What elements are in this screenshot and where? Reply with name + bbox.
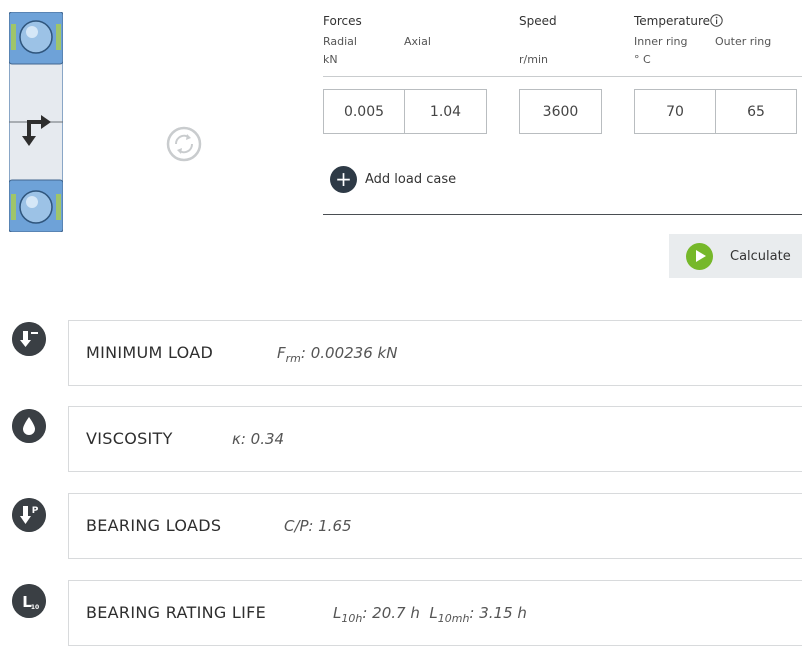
minimum-load-panel[interactable]: MINIMUM LOAD Frm: 0.00236 kN [68,320,802,386]
outer-ring-label: Outer ring [715,35,772,48]
viscosity-title: VISCOSITY [86,429,173,448]
header-divider [323,76,802,77]
forces-header: Forces [323,14,362,28]
svg-text:P: P [32,506,39,516]
viscosity-drop-icon [12,409,46,443]
minimum-load-value: Frm: 0.00236 kN [277,344,398,365]
bearing-illustration [9,12,63,232]
add-load-case-button[interactable]: + [330,166,357,193]
calculate-button[interactable]: Calculate [669,234,802,278]
bearing-loads-value: C/P: 1.65 [284,517,352,535]
rating-life-icon: L 10 [12,584,46,618]
axial-label: Axial [404,35,431,48]
play-icon [686,243,713,270]
rotation-icon[interactable] [165,125,203,163]
calculate-label: Calculate [730,249,791,264]
forces-unit: kN [323,53,338,66]
outer-ring-temperature-input[interactable] [715,89,797,134]
section-divider [323,214,802,215]
plus-icon: + [335,167,352,191]
radial-label: Radial [323,35,357,48]
viscosity-value: κ: 0.34 [232,430,285,448]
axial-force-input[interactable] [404,89,487,134]
speed-input[interactable] [519,89,602,134]
speed-unit: r/min [519,53,548,66]
inner-ring-label: Inner ring [634,35,688,48]
temperature-unit: ° C [634,53,651,66]
minimum-load-icon [12,322,46,356]
temperature-header: Temperature [634,14,711,28]
minimum-load-title: MINIMUM LOAD [86,343,214,362]
svg-text:10: 10 [31,604,39,611]
bearing-loads-panel[interactable]: BEARING LOADS C/P: 1.65 [68,493,802,559]
add-load-case-label[interactable]: Add load case [365,172,456,187]
speed-header: Speed [519,14,557,28]
inner-ring-temperature-input[interactable] [634,89,716,134]
bearing-rating-life-title: BEARING RATING LIFE [86,603,267,622]
viscosity-panel[interactable]: VISCOSITY κ: 0.34 [68,406,802,472]
bearing-rating-life-panel[interactable]: BEARING RATING LIFE L10h: 20.7 h L10mh: … [68,580,802,646]
radial-force-input[interactable] [323,89,405,134]
info-icon[interactable] [710,14,723,27]
bearing-loads-icon: P [12,498,46,532]
bearing-loads-title: BEARING LOADS [86,516,222,535]
